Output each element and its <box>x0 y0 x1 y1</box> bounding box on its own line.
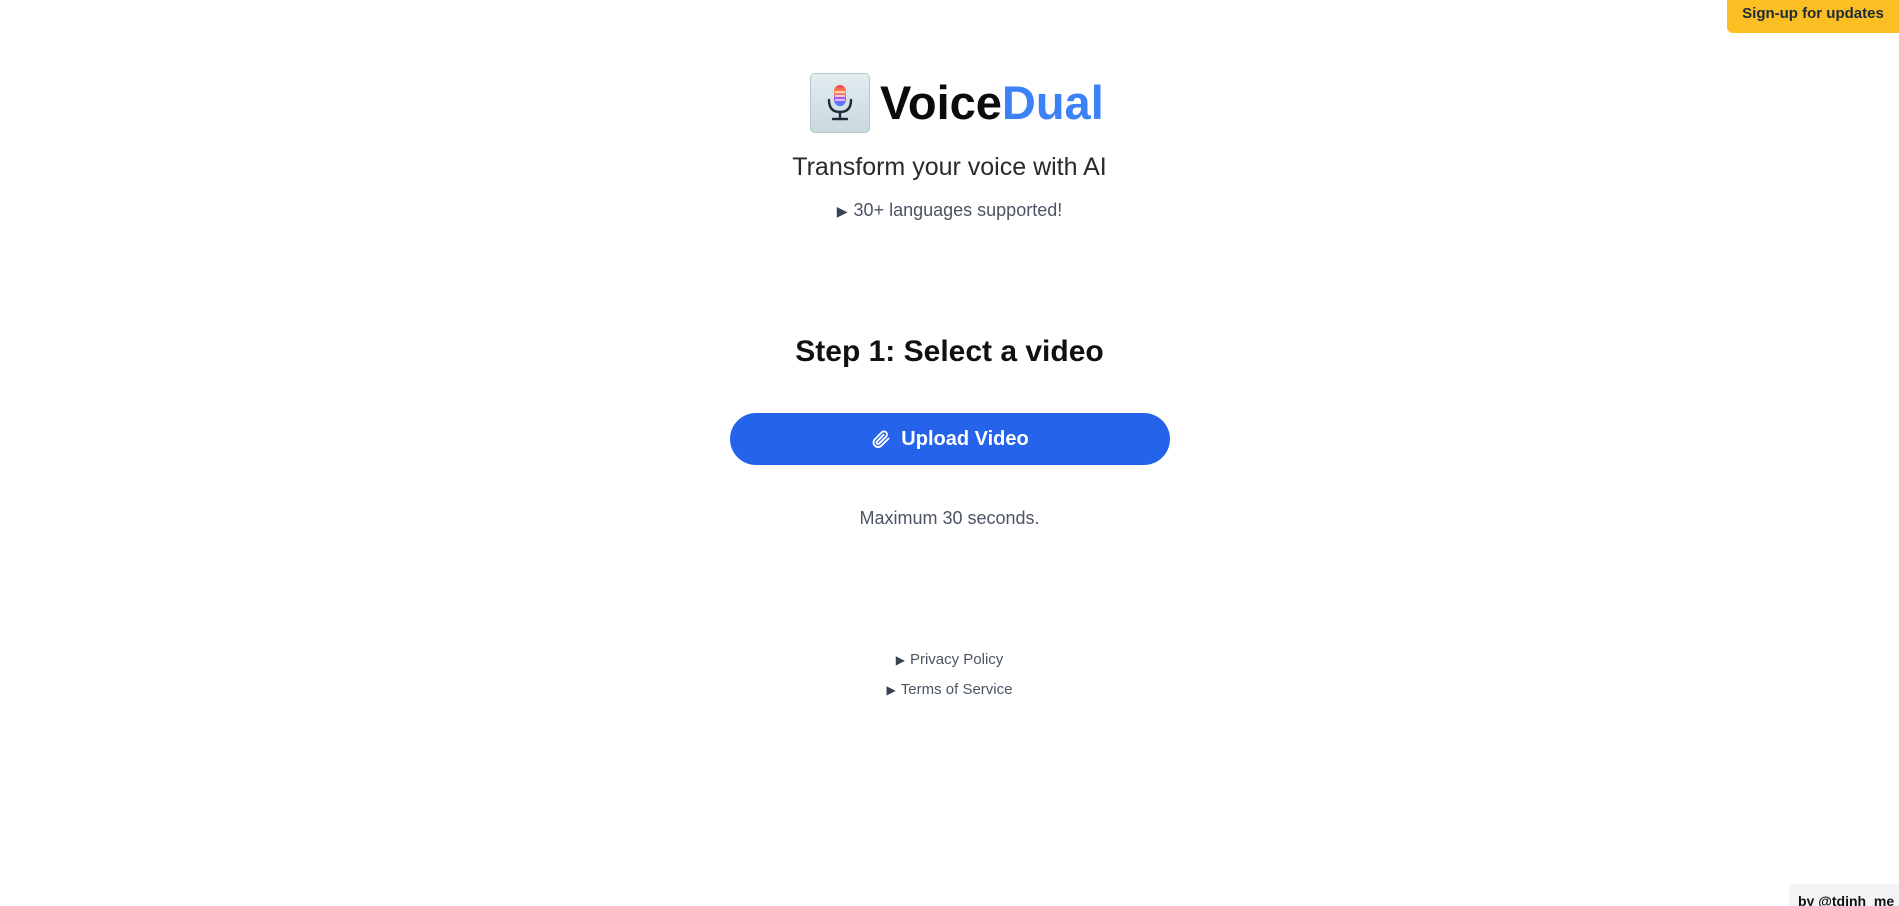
disclosure-triangle-icon: ▶ <box>836 203 848 219</box>
terms-of-service-disclosure[interactable]: ▶ Terms of Service <box>0 681 1899 711</box>
upload-video-button[interactable]: Upload Video <box>730 413 1170 465</box>
step-title: Step 1: Select a video <box>795 335 1104 368</box>
page: Sign-up for updates VoiceDual Transform … <box>0 0 1899 906</box>
brand-name-voice: Voice <box>880 76 1002 129</box>
brand: VoiceDual <box>810 72 1104 134</box>
languages-disclosure[interactable]: ▶ 30+ languages supported! <box>0 200 1899 221</box>
disclosure-triangle-icon: ▶ <box>886 683 896 697</box>
paperclip-icon <box>871 429 891 449</box>
footer-links: ▶ Privacy Policy ▶ Terms of Service <box>0 651 1899 711</box>
microphone-icon <box>810 73 870 133</box>
brand-name: VoiceDual <box>880 72 1104 134</box>
upload-video-label: Upload Video <box>901 427 1029 450</box>
tagline: Transform your voice with AI <box>792 153 1107 181</box>
duration-limit-text: Maximum 30 seconds. <box>859 508 1040 528</box>
disclosure-triangle-icon: ▶ <box>895 653 905 667</box>
privacy-policy-label: Privacy Policy <box>909 651 1004 668</box>
brand-name-dual: Dual <box>1001 76 1104 129</box>
terms-of-service-label: Terms of Service <box>900 681 1013 698</box>
languages-label: 30+ languages supported! <box>853 200 1063 220</box>
privacy-policy-disclosure[interactable]: ▶ Privacy Policy <box>0 651 1899 681</box>
signup-button[interactable]: Sign-up for updates <box>1727 0 1899 33</box>
author-credit-link[interactable]: by @tdinh_me <box>1789 884 1899 906</box>
